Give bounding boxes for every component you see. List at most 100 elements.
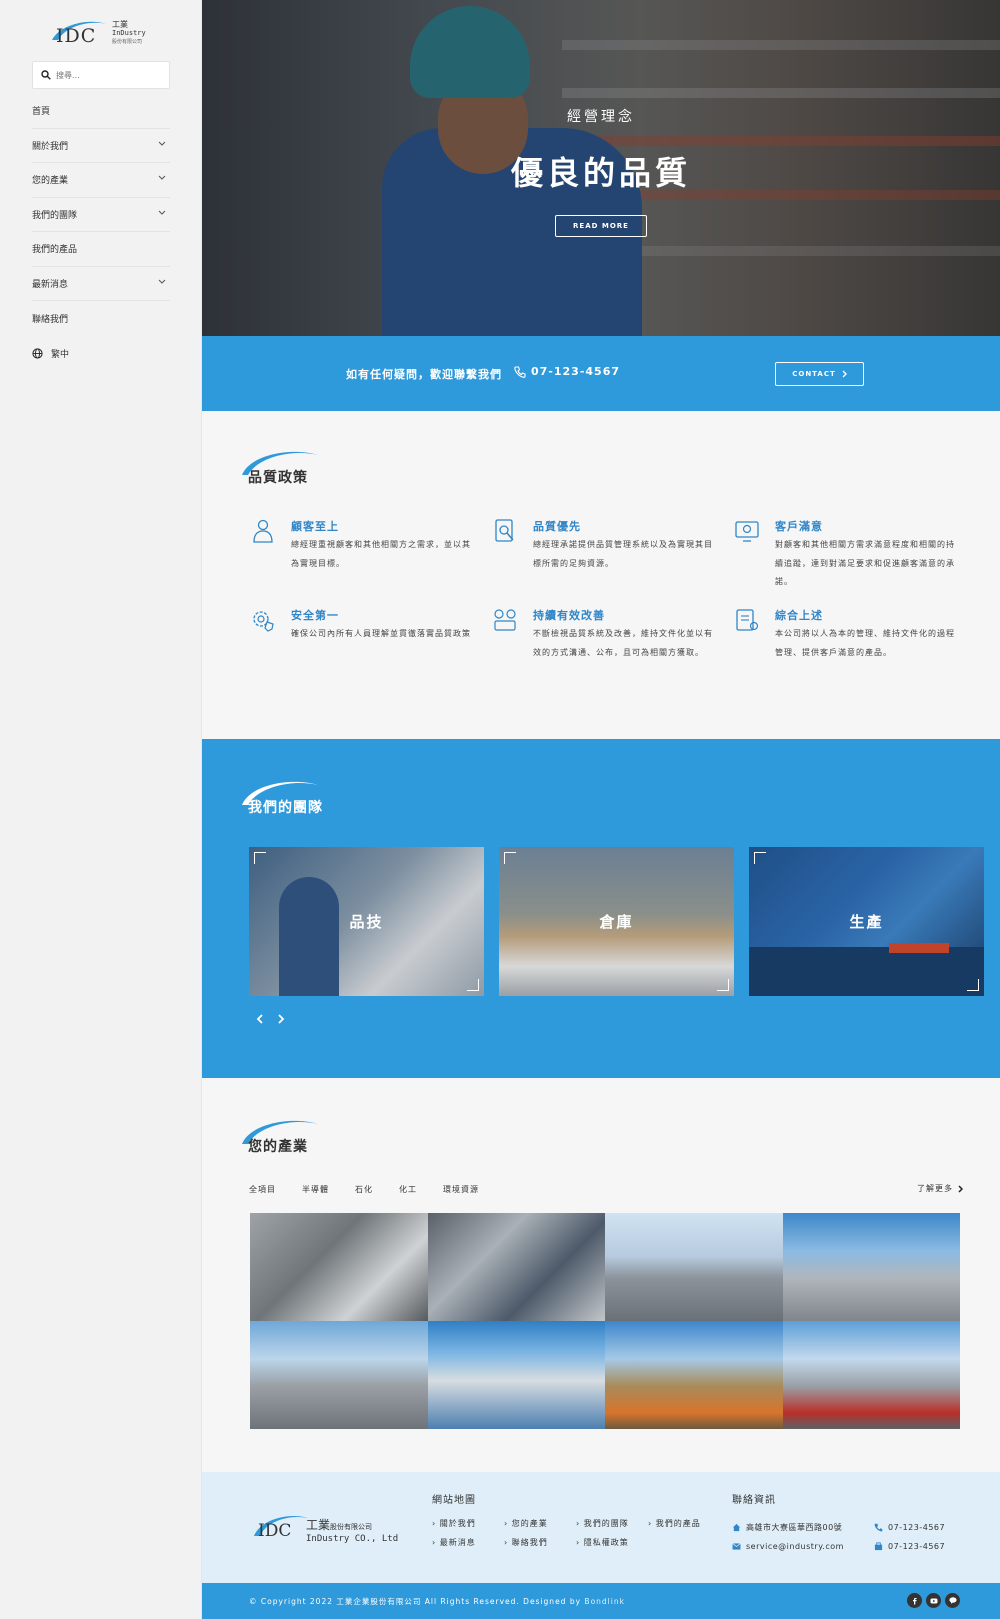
chevron-down-icon[interactable] <box>158 141 166 147</box>
industry-heading: 您的產業 <box>240 1118 360 1158</box>
gallery-tile[interactable] <box>782 1213 960 1321</box>
quality-item-title: 品質優先 <box>533 520 581 533</box>
industry-section: 您的產業 全項目 半導體 石化 化工 環境資源 了解更多 <box>202 1078 1000 1472</box>
nav-item-about[interactable]: 關於我們 <box>32 129 170 163</box>
footer-logo-zh-main: 工業 <box>306 1518 331 1532</box>
learn-more-link[interactable]: 了解更多 <box>917 1183 963 1194</box>
team-card-label: 品技 <box>349 913 384 931</box>
phone-icon <box>514 365 526 378</box>
gallery-tile[interactable] <box>605 1321 783 1429</box>
email-row[interactable]: service@industry.com <box>732 1537 844 1556</box>
contact-info-title: 聯絡資訊 <box>732 1495 776 1506</box>
contact-bar-text: 如有任何疑問，歡迎聯繫我們 <box>346 368 502 381</box>
quality-heading: 品質政策 <box>240 449 360 489</box>
sitemap-link[interactable]: 隱私權政策 <box>576 1537 648 1548</box>
sitemap-link[interactable]: 關於我們 <box>432 1518 504 1529</box>
quality-title: 品質政策 <box>248 470 308 486</box>
copyright-label: © Copyright 2022 工業企業股份有限公司 All Rights R… <box>249 1597 582 1606</box>
footer-logo-en: InDustry CO., Ltd <box>306 1534 399 1544</box>
nav-label: 聯絡我們 <box>32 314 69 325</box>
quality-item-desc: 本公司將以人為本的管理、維持文件化的過程管理、提供客戶滿意的產品。 <box>775 629 955 657</box>
learn-more-label: 了解更多 <box>917 1184 953 1193</box>
gallery-tile[interactable] <box>427 1321 605 1429</box>
nav-item-news[interactable]: 最新消息 <box>32 267 170 301</box>
chevron-down-icon[interactable] <box>158 175 166 181</box>
filter-tab[interactable]: 化工 <box>399 1184 417 1195</box>
chevron-down-icon[interactable] <box>158 279 166 285</box>
card-corner <box>504 852 516 864</box>
nav-item-contact[interactable]: 聯絡我們 <box>32 301 170 336</box>
quality-item-desc: 總經理承諾提供品質管理系統以及為實現其目標所需的足夠資源。 <box>533 540 713 568</box>
site-logo[interactable]: IDC 工業 InDustry 股份有限公司 <box>50 18 160 50</box>
contact-info: 高雄市大寮區華西路00號 service@industry.com <box>732 1518 844 1556</box>
sitemap-link[interactable]: 我們的產品 <box>648 1518 720 1529</box>
team-card[interactable]: 生產 <box>749 847 984 996</box>
gallery-tile[interactable] <box>250 1321 428 1429</box>
facebook-icon[interactable] <box>907 1593 922 1608</box>
search-icon[interactable] <box>41 70 51 80</box>
sidebar: IDC 工業 InDustry 股份有限公司 首頁 關於我們 您的產業 我們的團… <box>0 0 202 1619</box>
sitemap-link[interactable]: 我們的團隊 <box>576 1518 648 1529</box>
social-links <box>907 1593 960 1608</box>
phone-text: 07-123-4567 <box>888 1523 946 1532</box>
sitemap-link[interactable]: 您的產業 <box>504 1518 576 1529</box>
contact-bar-phone[interactable]: 07-123-4567 <box>514 365 620 378</box>
search-input[interactable] <box>56 70 161 80</box>
contact-button-label: CONTACT <box>792 370 836 378</box>
gallery-tile[interactable] <box>605 1213 783 1321</box>
sitemap-link[interactable]: 最新消息 <box>432 1537 504 1548</box>
card-corner <box>717 979 729 991</box>
logo-idc-text: IDC <box>56 25 97 47</box>
contact-phones: 07-123-4567 07-123-4567 <box>874 1518 945 1556</box>
filter-tab[interactable]: 環境資源 <box>443 1184 479 1195</box>
nav-item-team[interactable]: 我們的團隊 <box>32 198 170 232</box>
nav-item-home[interactable]: 首頁 <box>32 94 170 129</box>
chevron-left-icon[interactable] <box>256 1014 264 1024</box>
filter-tab[interactable]: 石化 <box>355 1184 373 1195</box>
filter-tab[interactable]: 全項目 <box>249 1184 276 1195</box>
gallery-tile[interactable] <box>250 1213 428 1321</box>
hero-banner: 經營理念 優良的品質 READ MORE <box>202 0 1000 336</box>
chevron-right-icon <box>958 1184 963 1193</box>
team-card-steel <box>889 943 949 953</box>
footer-logo-zh-small: 股份有限公司 <box>330 1523 373 1531</box>
industry-gallery <box>250 1213 960 1429</box>
nav-item-products[interactable]: 我們的產品 <box>32 232 170 267</box>
sitemap-links: 關於我們 您的產業 我們的團隊 我們的產品 最新消息 聯絡我們 隱私權政策 <box>432 1518 722 1548</box>
designer-link[interactable]: Bondlink <box>584 1597 625 1606</box>
footer-logo[interactable]: IDC 工業股份有限公司 InDustry CO., Ltd <box>252 1512 412 1548</box>
contact-button[interactable]: CONTACT <box>775 362 864 386</box>
footer-logo-zh: 工業股份有限公司 <box>306 1516 372 1533</box>
card-corner <box>754 852 766 864</box>
youtube-icon[interactable] <box>926 1593 941 1608</box>
quality-item-title: 客戶滿意 <box>775 520 823 533</box>
team-section: 我們的團隊 品技 倉庫 生產 <box>202 739 1000 1078</box>
satisfaction-icon <box>735 521 759 542</box>
gallery-tile[interactable] <box>427 1213 605 1321</box>
read-more-button[interactable]: READ MORE <box>555 215 647 237</box>
hero-subtitle: 經營理念 <box>567 109 635 125</box>
quality-item-title: 綜合上述 <box>775 609 823 622</box>
chevron-right-icon[interactable] <box>277 1014 285 1024</box>
fax-icon <box>874 1542 883 1551</box>
phone-icon <box>874 1523 883 1532</box>
phone-row[interactable]: 07-123-4567 <box>874 1518 945 1537</box>
gallery-tile[interactable] <box>782 1321 960 1429</box>
main-nav: 首頁 關於我們 您的產業 我們的團隊 我們的產品 最新消息 聯絡我們 <box>32 94 170 336</box>
customer-icon <box>253 519 273 543</box>
chevron-down-icon[interactable] <box>158 210 166 216</box>
globe-icon <box>32 348 43 359</box>
line-icon[interactable] <box>945 1593 960 1608</box>
language-switcher[interactable]: 繁中 <box>32 347 69 360</box>
sitemap-link[interactable]: 聯絡我們 <box>504 1537 576 1548</box>
search-box <box>32 61 170 89</box>
nav-item-industry[interactable]: 您的產業 <box>32 163 170 198</box>
team-card[interactable]: 倉庫 <box>499 847 734 996</box>
quality-item-desc: 總經理重視顧客和其他相關方之需求，並以其為實現目標。 <box>291 540 471 568</box>
team-card-label: 倉庫 <box>599 913 634 931</box>
hero-title: 優良的品質 <box>510 154 691 192</box>
email-text: service@industry.com <box>746 1542 844 1551</box>
team-card[interactable]: 品技 <box>249 847 484 996</box>
filter-tab[interactable]: 半導體 <box>302 1184 329 1195</box>
summary-icon <box>736 609 759 631</box>
